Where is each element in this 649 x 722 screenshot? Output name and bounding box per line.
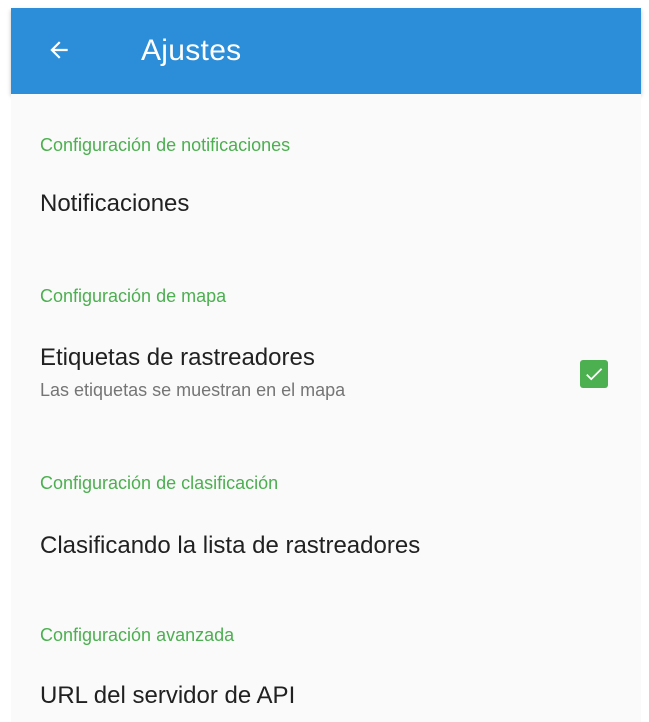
pref-api-server-url[interactable]: URL del servidor de API (11, 660, 641, 722)
pref-tracker-labels[interactable]: Etiquetas de rastreadores Las etiquetas … (11, 324, 641, 420)
left-gutter (0, 0, 11, 722)
section-header-notifications: Configuración de notificaciones (40, 135, 291, 155)
app-bar: Ajustes (11, 8, 641, 94)
section-header-map: Configuración de mapa (40, 286, 227, 306)
settings-screen: Ajustes Configuración de notificaciones … (0, 0, 649, 722)
section-header-advanced: Configuración avanzada (40, 625, 235, 645)
pref-api-server-url-title: URL del servidor de API (40, 682, 296, 709)
pref-tracker-labels-summary: Las etiquetas se muestran en el mapa (40, 380, 346, 400)
pref-notifications-title: Notificaciones (40, 190, 190, 217)
check-icon (586, 368, 603, 381)
pref-sorting-tracker-list[interactable]: Clasificando la lista de rastreadores (11, 510, 641, 582)
page-title: Ajustes (141, 34, 242, 67)
section-header-sorting: Configuración de clasificación (40, 473, 279, 493)
back-button[interactable] (39, 30, 79, 70)
pref-notifications[interactable]: Notificaciones (11, 172, 641, 242)
pref-tracker-labels-title: Etiquetas de rastreadores (40, 344, 315, 371)
arrow-back-icon (50, 41, 68, 59)
tracker-labels-checkbox[interactable] (580, 360, 608, 388)
settings-list: Configuración de notificaciones Notifica… (11, 94, 641, 722)
pref-sorting-title: Clasificando la lista de rastreadores (40, 532, 421, 559)
